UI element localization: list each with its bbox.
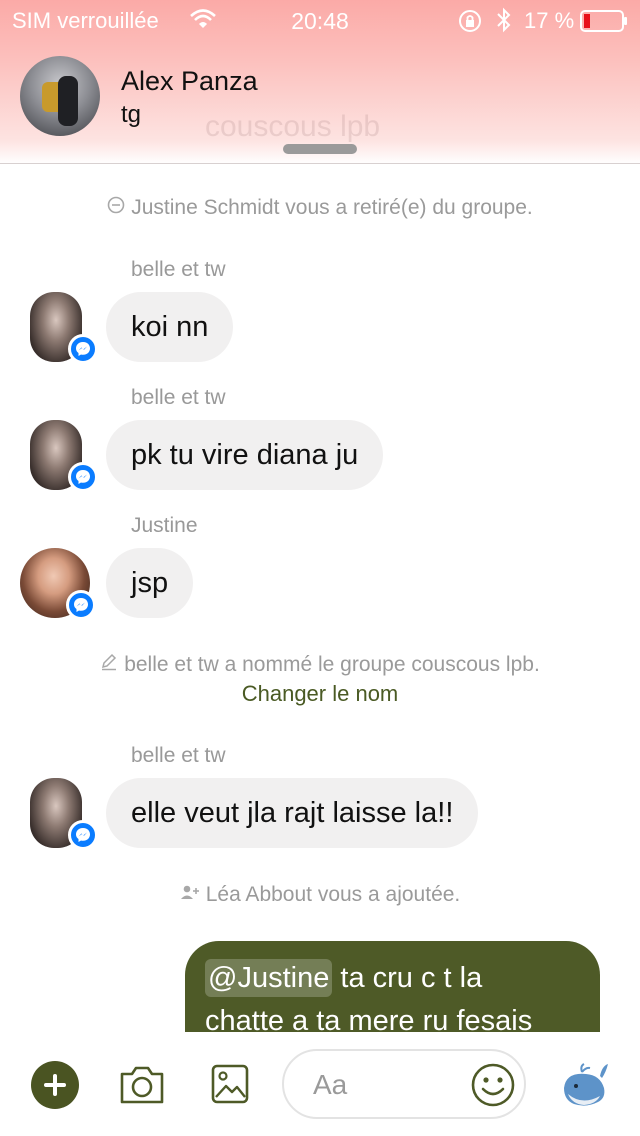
banner-grabber[interactable] <box>283 144 357 154</box>
avatar[interactable] <box>30 420 98 492</box>
whale-sticker-icon[interactable] <box>560 1062 610 1115</box>
outgoing-text-line1: ta cru c t la <box>332 962 483 994</box>
avatar[interactable] <box>30 292 98 364</box>
system-message-removed: Justine Schmidt vous a retiré(e) du grou… <box>0 196 640 220</box>
notification-message: tg <box>121 101 142 128</box>
preview-background-text: couscous lpb <box>205 110 381 143</box>
rename-group-link[interactable]: Changer le nom <box>0 681 640 707</box>
avatar[interactable] <box>20 548 96 620</box>
plus-icon[interactable] <box>31 1061 79 1109</box>
system-message-added: Léa Abbout vous a ajoutée. <box>0 883 640 907</box>
sender-name: Justine <box>131 514 198 537</box>
system-message-text: belle et tw a nommé le groupe couscous l… <box>124 653 540 676</box>
bluetooth-icon <box>496 7 512 39</box>
status-bar: SIM verrouillée 20:48 17 % <box>0 0 640 40</box>
gallery-icon[interactable] <box>211 1064 249 1109</box>
pencil-icon <box>100 653 118 677</box>
system-message-text: Léa Abbout vous a ajoutée. <box>205 883 461 906</box>
sender-name: belle et tw <box>131 386 226 409</box>
minus-circle-icon <box>107 196 125 220</box>
message-bubble[interactable]: jsp <box>106 548 194 618</box>
avatar <box>20 56 100 136</box>
system-message-renamed: belle et tw a nommé le groupe couscous l… <box>0 653 640 677</box>
add-person-icon <box>180 883 200 907</box>
notification-title: Alex Panza <box>121 66 258 96</box>
avatar[interactable] <box>30 778 98 850</box>
battery-icon <box>580 10 628 38</box>
message-bubble[interactable]: koi nn <box>106 292 234 362</box>
message-bubble[interactable]: elle veut jla rajt laisse la!! <box>106 778 479 848</box>
emoji-icon[interactable] <box>470 1062 516 1113</box>
outgoing-message-bubble[interactable]: @Justine ta cru c t la chatte a ta mere … <box>185 941 600 1032</box>
messenger-badge-icon <box>68 462 98 492</box>
message-bubble[interactable]: pk tu vire diana ju <box>106 420 384 490</box>
mention-tag[interactable]: @Justine <box>205 959 333 997</box>
sender-name: belle et tw <box>131 744 226 767</box>
message-list[interactable]: Justine Schmidt vous a retiré(e) du grou… <box>0 166 640 1032</box>
battery-percent: 17 % <box>524 8 575 33</box>
messenger-badge-icon <box>68 334 98 364</box>
lock-rotation-icon <box>458 9 482 39</box>
composer-bar: Aa <box>0 1032 640 1136</box>
messenger-badge-icon <box>68 820 98 850</box>
messenger-badge-icon <box>66 590 96 620</box>
message-input-placeholder: Aa <box>313 1069 348 1100</box>
outgoing-text-line2: chatte a ta mere ru fesais <box>205 1005 533 1032</box>
camera-icon[interactable] <box>118 1064 166 1111</box>
notification-banner[interactable]: SIM verrouillée 20:48 17 % couscous lpb … <box>0 0 640 164</box>
sender-name: belle et tw <box>131 258 226 281</box>
system-message-text: Justine Schmidt vous a retiré(e) du grou… <box>131 196 533 219</box>
